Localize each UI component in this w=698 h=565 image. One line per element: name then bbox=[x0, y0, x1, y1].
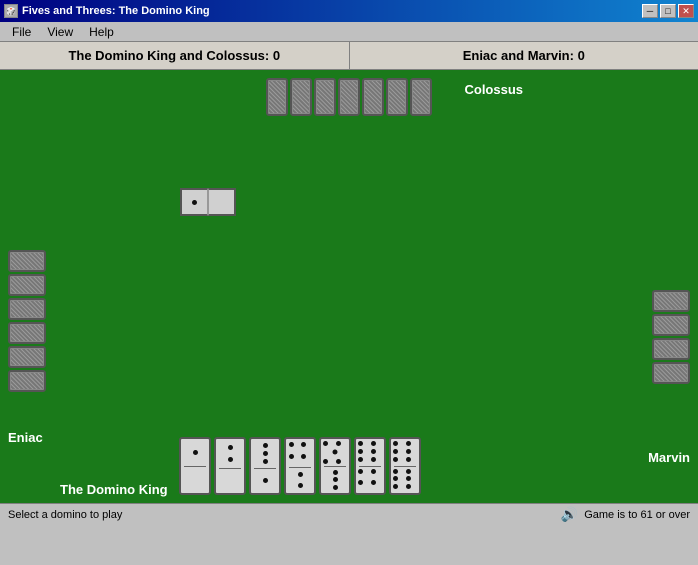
marvin-tile-1 bbox=[652, 290, 690, 312]
status-right: 🔊 Game is to 61 or over bbox=[561, 506, 698, 523]
menu-help[interactable]: Help bbox=[81, 23, 122, 41]
menu-view[interactable]: View bbox=[39, 23, 81, 41]
game-status: Game is to 61 or over bbox=[584, 509, 690, 521]
colossus-tile-1 bbox=[266, 78, 288, 116]
marvin-tile-4 bbox=[652, 362, 690, 384]
king-tile-5[interactable] bbox=[319, 437, 351, 495]
king-tile-2[interactable] bbox=[214, 437, 246, 495]
colossus-tile-2 bbox=[290, 78, 312, 116]
eniac-tile-4 bbox=[8, 322, 46, 344]
center-right-half bbox=[208, 188, 236, 216]
king-tile-1[interactable] bbox=[179, 437, 211, 495]
center-domino bbox=[180, 188, 236, 216]
title-bar-left: 🎲 Fives and Threes: The Domino King bbox=[4, 4, 210, 18]
score-left: The Domino King and Colossus: 0 bbox=[0, 42, 350, 69]
score-right: Eniac and Marvin: 0 bbox=[350, 42, 698, 69]
king-tile-4[interactable] bbox=[284, 437, 316, 495]
marvin-tile-2 bbox=[652, 314, 690, 336]
king-tile-7[interactable] bbox=[389, 437, 421, 495]
title-bar: 🎲 Fives and Threes: The Domino King ─ □ … bbox=[0, 0, 698, 22]
eniac-hand bbox=[8, 250, 46, 392]
eniac-tile-3 bbox=[8, 298, 46, 320]
colossus-hand bbox=[266, 78, 432, 116]
title-bar-buttons: ─ □ ✕ bbox=[642, 4, 694, 18]
eniac-tile-5 bbox=[8, 346, 46, 368]
game-area: Colossus Eniac Marvin The Domino King bbox=[0, 70, 698, 525]
eniac-label: Eniac bbox=[8, 430, 43, 445]
colossus-tile-5 bbox=[362, 78, 384, 116]
king-tile-3[interactable] bbox=[249, 437, 281, 495]
marvin-hand bbox=[652, 290, 690, 384]
marvin-label: Marvin bbox=[648, 450, 690, 465]
menu-file[interactable]: File bbox=[4, 23, 39, 41]
window-title: Fives and Threes: The Domino King bbox=[22, 5, 210, 17]
marvin-tile-3 bbox=[652, 338, 690, 360]
king-tile-6[interactable] bbox=[354, 437, 386, 495]
colossus-tile-4 bbox=[338, 78, 360, 116]
eniac-tile-2 bbox=[8, 274, 46, 296]
maximize-button[interactable]: □ bbox=[660, 4, 676, 18]
close-button[interactable]: ✕ bbox=[678, 4, 694, 18]
center-left-half bbox=[180, 188, 208, 216]
status-message: Select a domino to play bbox=[0, 509, 561, 521]
status-bar: Select a domino to play 🔊 Game is to 61 … bbox=[0, 503, 698, 525]
colossus-label: Colossus bbox=[464, 82, 523, 97]
speaker-icon: 🔊 bbox=[561, 506, 578, 523]
eniac-tile-6 bbox=[8, 370, 46, 392]
score-bar: The Domino King and Colossus: 0 Eniac an… bbox=[0, 42, 698, 70]
colossus-tile-3 bbox=[314, 78, 336, 116]
eniac-tile-1 bbox=[8, 250, 46, 272]
king-hand bbox=[179, 437, 421, 495]
colossus-tile-7 bbox=[410, 78, 432, 116]
king-label: The Domino King bbox=[60, 482, 168, 497]
minimize-button[interactable]: ─ bbox=[642, 4, 658, 18]
colossus-tile-6 bbox=[386, 78, 408, 116]
menu-bar: File View Help bbox=[0, 22, 698, 42]
app-icon: 🎲 bbox=[4, 4, 18, 18]
